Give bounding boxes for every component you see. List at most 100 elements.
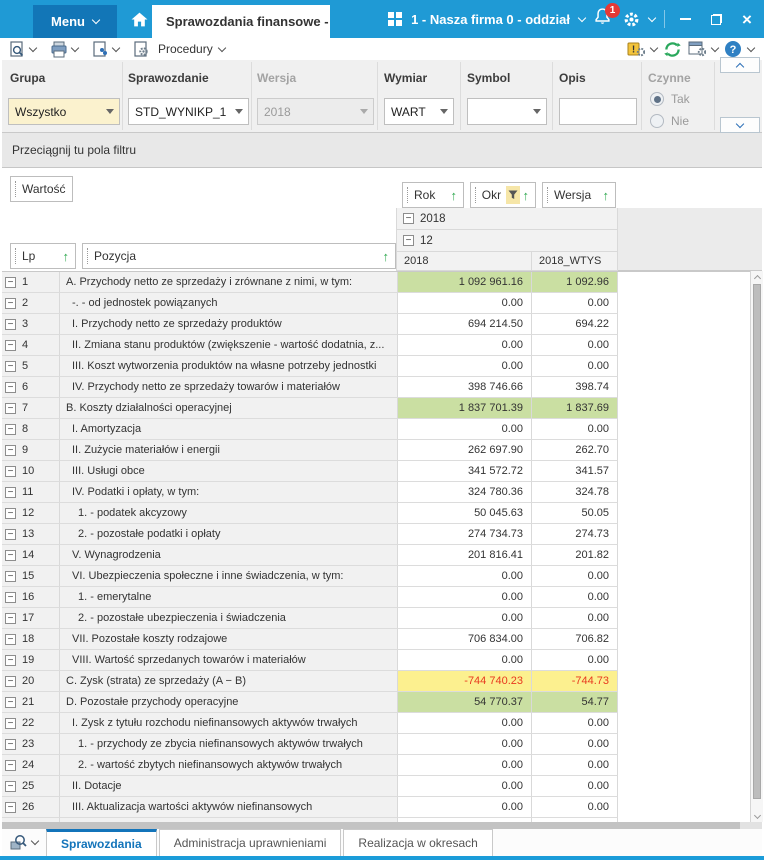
row-value-cell-2018-wtys[interactable]: 0.00: [532, 734, 618, 755]
row-value-cell-2018-wtys[interactable]: 0.00: [532, 797, 618, 818]
row-value-cell-2018[interactable]: 0.00: [398, 734, 532, 755]
collapse-row-icon[interactable]: −: [5, 570, 16, 582]
row-value-cell-2018[interactable]: 1 837 701.39: [398, 398, 532, 419]
row-position-cell[interactable]: II. Dotacje: [60, 776, 398, 797]
scroll-down-button[interactable]: [751, 810, 763, 822]
chevron-down-icon[interactable]: [577, 13, 587, 22]
menu-button[interactable]: Menu: [33, 5, 117, 38]
row-position-cell[interactable]: VIII. Wartość sprzedanych towarów i mate…: [60, 650, 398, 671]
preview-button[interactable]: [9, 40, 26, 58]
row-lp-cell[interactable]: −17: [2, 608, 60, 629]
export-button[interactable]: [92, 40, 109, 58]
row-lp-cell[interactable]: −24: [2, 755, 60, 776]
collapse-row-icon[interactable]: −: [5, 486, 16, 498]
collapse-row-icon[interactable]: −: [5, 633, 16, 645]
collapse-row-icon[interactable]: −: [5, 444, 16, 456]
row-value-cell-2018-wtys[interactable]: 1 837.69: [532, 398, 618, 419]
row-value-cell-2018[interactable]: 0.00: [398, 293, 532, 314]
collapse-row-icon[interactable]: −: [5, 654, 16, 666]
row-position-cell[interactable]: 1. - emerytalne: [60, 587, 398, 608]
collapse-row-icon[interactable]: −: [5, 549, 16, 561]
row-lp-cell[interactable]: −7: [2, 398, 60, 419]
chevron-down-icon[interactable]: [647, 13, 657, 22]
alerts-settings-button[interactable]: !: [627, 41, 645, 57]
row-value-cell-2018-wtys[interactable]: 341.57: [532, 461, 618, 482]
view-selector-button[interactable]: [2, 829, 46, 856]
row-value-cell-2018[interactable]: 324 780.36: [398, 482, 532, 503]
collapse-row-icon[interactable]: −: [5, 381, 16, 393]
tab-realizacja-w-okresach[interactable]: Realizacja w okresach: [343, 829, 493, 856]
data-field-wartosc[interactable]: Wartość: [10, 176, 73, 202]
row-value-cell-2018-wtys[interactable]: -744.73: [532, 671, 618, 692]
collapse-row-icon[interactable]: −: [5, 402, 16, 414]
row-position-cell[interactable]: III. Koszt wytworzenia produktów na włas…: [60, 356, 398, 377]
row-lp-cell[interactable]: −16: [2, 587, 60, 608]
close-button[interactable]: ×: [736, 7, 758, 31]
row-value-cell-2018[interactable]: 398 746.66: [398, 377, 532, 398]
print-button[interactable]: [50, 41, 68, 58]
row-position-cell[interactable]: IV. Podatki i opłaty, w tym:: [60, 482, 398, 503]
row-lp-cell[interactable]: −14: [2, 545, 60, 566]
row-value-cell-2018-wtys[interactable]: 0.00: [532, 419, 618, 440]
row-value-cell-2018[interactable]: 0.00: [398, 419, 532, 440]
row-lp-cell[interactable]: −1: [2, 272, 60, 293]
row-position-cell[interactable]: B. Koszty działalności operacyjnej: [60, 398, 398, 419]
collapse-row-icon[interactable]: −: [5, 507, 16, 519]
sprawozdanie-dropdown[interactable]: STD_WYNIKP_1: [128, 98, 249, 125]
row-lp-cell[interactable]: −11: [2, 482, 60, 503]
row-value-cell-2018-wtys[interactable]: 0.00: [532, 293, 618, 314]
apps-grid-icon[interactable]: [388, 12, 403, 26]
row-value-cell-2018[interactable]: 0.00: [398, 797, 532, 818]
row-value-cell-2018[interactable]: -744 740.23: [398, 671, 532, 692]
row-value-cell-2018[interactable]: 1 092 961.16: [398, 272, 532, 293]
row-value-cell-2018-wtys[interactable]: 706.82: [532, 629, 618, 650]
filter-drop-zone[interactable]: Przeciągnij tu pola filtru: [2, 133, 762, 168]
row-value-cell-2018-wtys[interactable]: 0.00: [532, 587, 618, 608]
collapse-row-icon[interactable]: −: [5, 759, 16, 771]
row-value-cell-2018[interactable]: 0.00: [398, 713, 532, 734]
row-value-cell-2018-wtys[interactable]: 398.74: [532, 377, 618, 398]
row-position-cell[interactable]: I. Amortyzacja: [60, 419, 398, 440]
collapse-row-icon[interactable]: −: [5, 717, 16, 729]
collapse-row-icon[interactable]: −: [5, 528, 16, 540]
row-position-cell[interactable]: 1. - podatek akcyzowy: [60, 503, 398, 524]
collapse-row-icon[interactable]: −: [5, 738, 16, 750]
column-group-year[interactable]: − 2018: [396, 208, 618, 230]
row-lp-cell[interactable]: −9: [2, 440, 60, 461]
column-field-wersja[interactable]: Wersja ↑: [542, 182, 616, 208]
row-value-cell-2018-wtys[interactable]: 0.00: [532, 755, 618, 776]
collapse-group-icon[interactable]: −: [403, 235, 414, 246]
row-value-cell-2018-wtys[interactable]: 0.00: [532, 776, 618, 797]
row-position-cell[interactable]: C. Zysk (strata) ze sprzedaży (A − B): [60, 671, 398, 692]
row-position-cell[interactable]: IV. Przychody netto ze sprzedaży towarów…: [60, 377, 398, 398]
row-value-cell-2018[interactable]: 0.00: [398, 755, 532, 776]
row-lp-cell[interactable]: −5: [2, 356, 60, 377]
collapse-row-icon[interactable]: −: [5, 360, 16, 372]
collapse-row-icon[interactable]: −: [5, 465, 16, 477]
horizontal-scrollbar[interactable]: [2, 822, 762, 829]
row-value-cell-2018-wtys[interactable]: 324.78: [532, 482, 618, 503]
row-value-cell-2018-wtys[interactable]: 274.73: [532, 524, 618, 545]
row-lp-cell[interactable]: −21: [2, 692, 60, 713]
collapse-row-icon[interactable]: −: [5, 612, 16, 624]
collapse-row-icon[interactable]: −: [5, 675, 16, 687]
company-selector[interactable]: 1 - Nasza firma 0 - oddział: [411, 12, 570, 27]
row-value-cell-2018[interactable]: 0.00: [398, 650, 532, 671]
collapse-row-icon[interactable]: −: [5, 297, 16, 309]
collapse-row-icon[interactable]: −: [5, 780, 16, 792]
collapse-row-icon[interactable]: −: [5, 696, 16, 708]
opis-input[interactable]: [559, 98, 637, 125]
row-value-cell-2018[interactable]: 0.00: [398, 608, 532, 629]
row-value-cell-2018-wtys[interactable]: 0.00: [532, 713, 618, 734]
chevron-down-icon[interactable]: [649, 43, 659, 52]
row-lp-cell[interactable]: −19: [2, 650, 60, 671]
row-value-cell-2018[interactable]: 262 697.90: [398, 440, 532, 461]
row-value-cell-2018-wtys[interactable]: 54.77: [532, 692, 618, 713]
layout-settings-button[interactable]: [688, 41, 706, 57]
refresh-button[interactable]: [663, 40, 682, 59]
collapse-row-icon[interactable]: −: [5, 339, 16, 351]
row-lp-cell[interactable]: −8: [2, 419, 60, 440]
procedury-menu[interactable]: Procedury: [126, 40, 232, 58]
collapse-filter-button[interactable]: [720, 57, 760, 73]
row-lp-cell[interactable]: −2: [2, 293, 60, 314]
